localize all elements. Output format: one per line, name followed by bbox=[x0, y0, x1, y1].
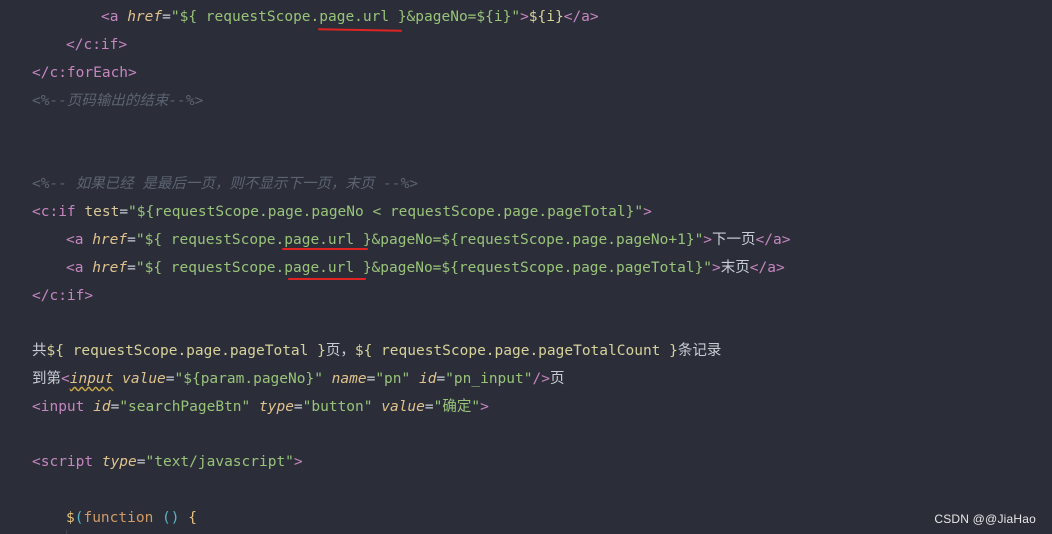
code-line: <a href="${ requestScope.page.url }&page… bbox=[0, 226, 790, 254]
token-string: "${param.pageNo}" bbox=[174, 371, 323, 387]
token-text: 页， bbox=[325, 343, 355, 359]
token-string: "button" bbox=[302, 399, 373, 415]
token-eq: = bbox=[127, 232, 136, 248]
token-string: "${ requestScope.page.url }&pageNo=${req… bbox=[135, 260, 713, 276]
token-eq: = bbox=[424, 399, 434, 415]
token-attr: type bbox=[101, 454, 137, 470]
token-string: "${ requestScope.page.url }&pageNo=${i}" bbox=[170, 9, 521, 25]
token-tag-close: </a> bbox=[755, 232, 791, 248]
token-tag-open: <a bbox=[101, 9, 128, 25]
token-tag-open: <input bbox=[32, 399, 94, 415]
code-line: 到第<input value="${param.pageNo}" name="p… bbox=[0, 365, 564, 393]
token-eq: = bbox=[436, 371, 446, 387]
token-tag-close: </a> bbox=[749, 260, 785, 276]
red-underline-annotation bbox=[282, 248, 368, 250]
token-gt: > bbox=[703, 232, 713, 248]
token-text: 共 bbox=[32, 343, 47, 359]
token-string: "${requestScope.page.pageNo < requestSco… bbox=[128, 204, 644, 220]
token-attr: name bbox=[331, 371, 367, 387]
token-comment: <%--页码输出的结束--%> bbox=[32, 93, 204, 109]
token-attr: id bbox=[418, 371, 437, 387]
token-tag-close: </c:if> bbox=[32, 288, 94, 304]
token-tag-open: <a bbox=[66, 260, 93, 276]
token-brace: { bbox=[188, 510, 197, 526]
code-line: <input id="searchPageBtn" type="button" … bbox=[0, 393, 489, 421]
token-attr: href bbox=[127, 9, 163, 25]
token-expression: ${ requestScope.page.pageTotal } bbox=[46, 343, 326, 359]
token-eq: = bbox=[110, 399, 120, 415]
code-line: <a href="${ requestScope.page.url }&page… bbox=[0, 254, 785, 282]
token-tag-close: </a> bbox=[563, 9, 599, 25]
token-eq: = bbox=[127, 260, 136, 276]
token-keyword: function bbox=[83, 510, 154, 526]
code-line: </c:if> bbox=[0, 31, 127, 59]
code-line: </c:forEach> bbox=[0, 59, 137, 87]
token-text: 页 bbox=[549, 371, 565, 387]
token-eq: = bbox=[165, 371, 175, 387]
token-tag-close: </c:forEach> bbox=[32, 65, 137, 81]
token-tag-close: </c:if> bbox=[66, 37, 128, 53]
code-line: <%-- 如果已经 是最后一页，则不显示下一页，末页 --%> bbox=[0, 170, 418, 198]
token-tag-open: <script bbox=[32, 454, 102, 470]
token-text: 下一页 bbox=[712, 232, 756, 248]
token-text: ${i} bbox=[528, 9, 564, 25]
indent-guide bbox=[66, 530, 67, 534]
token-tag-end: /> bbox=[532, 371, 550, 387]
code-line: <c:if test="${requestScope.page.pageNo <… bbox=[0, 198, 652, 226]
red-underline-annotation bbox=[288, 278, 366, 280]
code-line: 共${ requestScope.page.pageTotal }页，${ re… bbox=[0, 337, 721, 365]
token-text: 末页 bbox=[720, 260, 750, 276]
token-string: "searchPageBtn" bbox=[119, 399, 251, 415]
token-gt: > bbox=[480, 399, 489, 415]
token-eq: = bbox=[162, 9, 171, 25]
token-expression: ${ requestScope.page.pageTotalCount } bbox=[354, 343, 678, 359]
token-gt: > bbox=[293, 454, 303, 470]
token-tag-name: input bbox=[69, 371, 114, 387]
red-underline-annotation bbox=[317, 28, 403, 32]
token-attr: href bbox=[92, 260, 128, 276]
token-comment: <%-- 如果已经 是最后一页，则不显示下一页，末页 --%> bbox=[32, 176, 419, 192]
token-gt: > bbox=[520, 9, 529, 25]
token-attr: id bbox=[93, 399, 111, 415]
code-line: <%--页码输出的结束--%> bbox=[0, 87, 203, 115]
token-dollar: $ bbox=[66, 510, 75, 526]
token-tag-open: <a bbox=[66, 232, 93, 248]
watermark: CSDN @@JiaHao bbox=[934, 512, 1036, 526]
token-eq: = bbox=[293, 399, 303, 415]
token-attr: type bbox=[259, 399, 294, 415]
code-line: <script type="text/javascript"> bbox=[0, 448, 303, 476]
token-eq: = bbox=[119, 204, 129, 220]
code-editor[interactable]: <a href="${ requestScope.page.url }&page… bbox=[0, 0, 1052, 534]
token-attr: href bbox=[92, 232, 128, 248]
code-line: $(function () { bbox=[0, 504, 197, 532]
token-string: "pn_input" bbox=[445, 371, 533, 387]
token-attr: test bbox=[84, 204, 120, 220]
token-string: "确定" bbox=[433, 399, 481, 415]
token-attr: value bbox=[122, 371, 166, 387]
token-gt: > bbox=[643, 204, 652, 220]
token-eq: = bbox=[366, 371, 376, 387]
token-lt: < bbox=[61, 371, 70, 387]
token-params: () bbox=[153, 510, 189, 526]
token-tag-open: <c:if bbox=[32, 204, 85, 220]
token-gt: > bbox=[712, 260, 721, 276]
code-line: <a href="${ requestScope.page.url }&page… bbox=[0, 3, 599, 31]
token-string: "${ requestScope.page.url }&pageNo=${req… bbox=[135, 232, 704, 248]
token-attr: value bbox=[381, 399, 425, 415]
token-string: "text/javascript" bbox=[145, 454, 294, 470]
token-string: "pn" bbox=[375, 371, 411, 387]
token-eq: = bbox=[136, 454, 146, 470]
token-text: 条记录 bbox=[677, 343, 722, 359]
code-line: </c:if> bbox=[0, 282, 93, 310]
token-text: 到第 bbox=[32, 371, 61, 387]
